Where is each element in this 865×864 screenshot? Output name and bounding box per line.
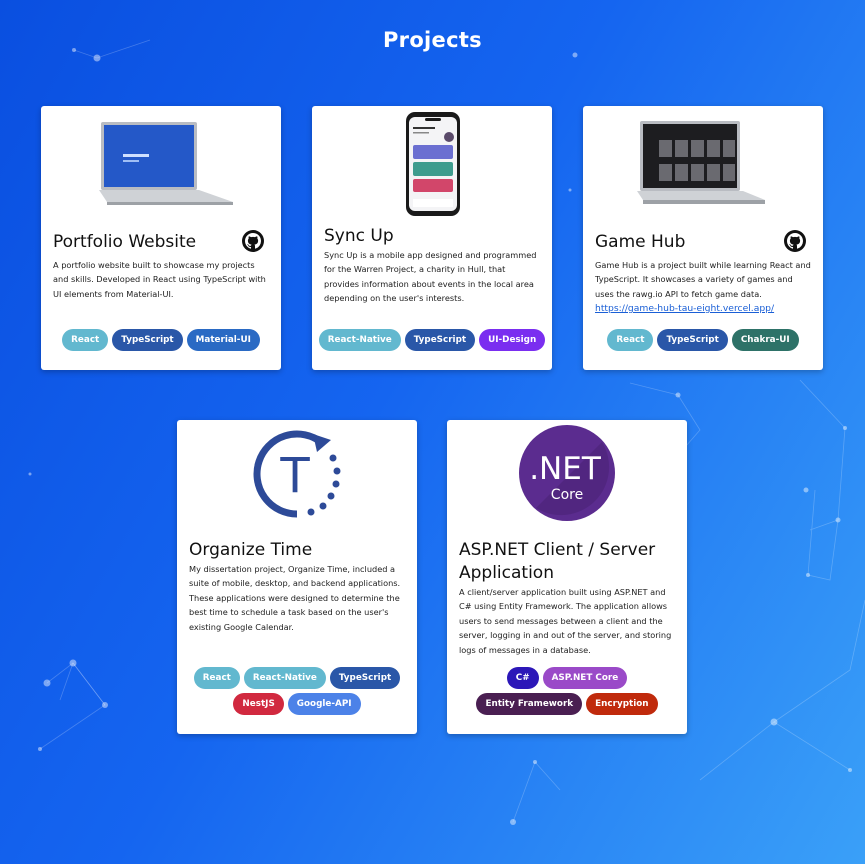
tag-typescript: TypeScript — [404, 329, 476, 351]
project-card-syncup: Sync Up Sync Up is a mobile app designed… — [312, 106, 552, 370]
github-icon[interactable] — [784, 230, 806, 252]
project-description: A client/server application built using … — [459, 587, 672, 655]
project-description: A portfolio website built to showcase my… — [53, 260, 266, 299]
laptop-icon — [637, 121, 765, 204]
tag-react-native: React-Native — [243, 667, 326, 689]
organize-time-logo-letter: T — [279, 448, 310, 504]
project-description: Game Hub is a project built while learni… — [595, 260, 811, 299]
tag-ui-design: UI-Design — [479, 329, 546, 351]
tag-react: React — [193, 667, 240, 689]
dotnet-logo-subtext: Core — [551, 487, 583, 503]
phone-icon — [406, 112, 460, 216]
tag-google-api: Google-API — [287, 693, 361, 715]
github-icon[interactable] — [242, 230, 264, 252]
project-demo-link[interactable]: https://game-hub-tau-eight.vercel.app/ — [595, 303, 774, 314]
tag-nestjs: NestJS — [233, 693, 284, 715]
tag-encryption: Encryption — [586, 693, 658, 715]
project-description: My dissertation project, Organize Time, … — [189, 564, 401, 632]
tag-list: React-Native TypeScript UI-Design — [318, 329, 546, 351]
tag-list: React TypeScript Chakra-UI — [589, 329, 817, 351]
tag-react: React — [607, 329, 654, 351]
project-title: Game Hub — [595, 232, 686, 252]
dotnet-core-logo: .NET Core — [519, 425, 615, 521]
project-card-gamehub: Game Hub Game Hub is a project built whi… — [583, 106, 823, 370]
tag-aspnet-core: ASP.NET Core — [542, 667, 628, 689]
tag-chakra-ui: Chakra-UI — [731, 329, 799, 351]
tag-typescript: TypeScript — [112, 329, 183, 351]
project-title: Portfolio Website — [53, 232, 197, 252]
project-card-organize-time: T Organize Time My dissertation project,… — [177, 420, 417, 734]
tag-entity-framework: Entity Framework — [476, 693, 583, 715]
laptop-icon — [99, 122, 233, 205]
project-title: ASP.NET Client / Server Application — [459, 540, 656, 583]
tag-list: React React-Native TypeScript NestJS Goo… — [183, 667, 411, 715]
project-card-aspnet: .NET Core ASP.NET Client / Server Applic… — [447, 420, 687, 734]
project-description: Sync Up is a mobile app designed and pro… — [324, 250, 537, 304]
dotnet-logo-text: .NET — [529, 451, 602, 487]
organize-time-logo: T — [253, 430, 341, 518]
project-card-portfolio: Portfolio Website A portfolio website bu… — [41, 106, 281, 370]
project-title: Sync Up — [324, 226, 394, 246]
tag-list: C# ASP.NET Core Entity Framework Encrypt… — [453, 667, 681, 715]
tag-typescript: TypeScript — [657, 329, 728, 351]
tag-typescript: TypeScript — [329, 667, 401, 689]
page-title: Projects — [382, 28, 482, 52]
project-title: Organize Time — [189, 540, 313, 560]
tag-csharp: C# — [506, 667, 539, 689]
tag-list: React TypeScript Material-UI — [47, 329, 275, 351]
tag-material-ui: Material-UI — [186, 329, 260, 351]
tag-react-native: React-Native — [318, 329, 401, 351]
tag-react: React — [62, 329, 109, 351]
